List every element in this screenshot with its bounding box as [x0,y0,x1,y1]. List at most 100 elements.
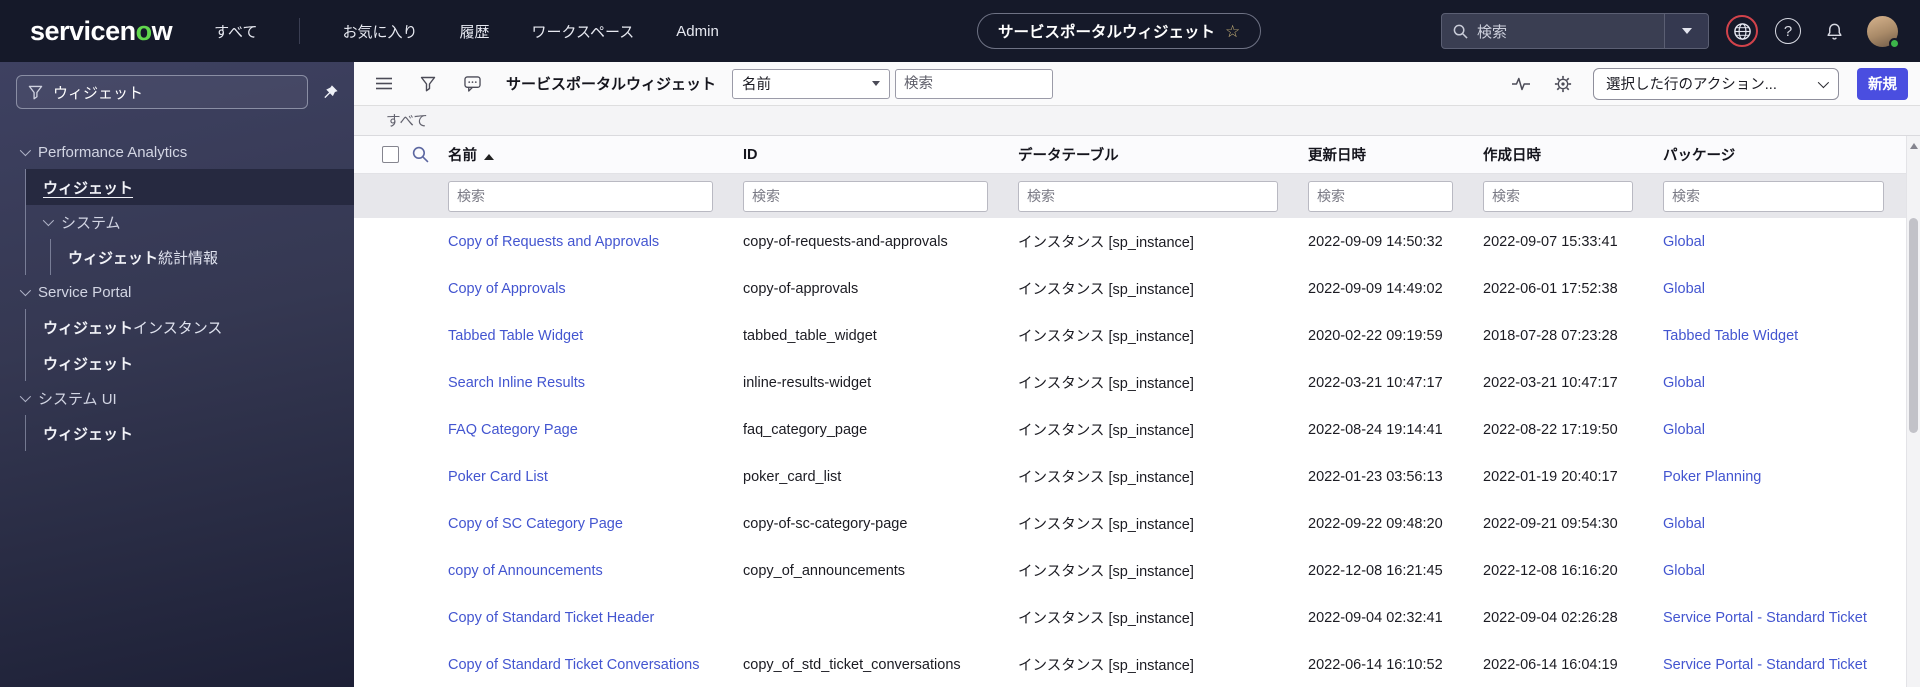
row-name-link[interactable]: Tabbed Table Widget [448,328,583,344]
list-title: サービスポータルウィジェット [506,76,717,93]
row-id: faq_category_page [743,421,868,438]
column-header-name[interactable]: 名前 [440,144,735,165]
pin-sidebar-button[interactable] [318,80,342,104]
table-body: Copy of Requests and Approvals copy-of-r… [354,218,1906,687]
filter-input-name[interactable] [448,180,713,212]
filter-input-table[interactable] [1018,180,1278,212]
context-pill-label: サービスポータルウィジェット [998,24,1216,41]
row-name-link[interactable]: Copy of Approvals [448,281,566,297]
scroll-up-arrow-icon[interactable] [1910,143,1918,149]
tree-item-widgets-sp[interactable]: ウィジェット [26,345,354,381]
personalize-list-button[interactable] [1509,72,1533,96]
filter-funnel-icon [28,85,43,99]
search-scope-dropdown[interactable] [1664,14,1708,48]
row-package-link[interactable]: Global [1663,422,1705,438]
global-search[interactable]: 検索 [1441,13,1709,49]
row-package-link[interactable]: Global [1663,563,1705,579]
tree-section-performance-analytics[interactable]: Performance Analytics [0,135,354,169]
row-name-link[interactable]: Poker Card List [448,469,548,485]
notifications-button[interactable] [1818,15,1850,47]
tree-section-system-ui[interactable]: システム UI [0,381,354,415]
nav-admin[interactable]: Admin [676,23,719,40]
nav-all-menu[interactable]: すべて [214,21,257,42]
row-created: 2022-12-08 16:16:20 [1483,562,1618,579]
filter-input-id[interactable] [743,180,988,212]
new-record-button[interactable]: 新規 [1857,67,1908,100]
scrollbar-thumb[interactable] [1909,218,1918,433]
table-row: Poker Card List poker_card_list インスタンス [… [354,453,1906,500]
row-name-link[interactable]: Copy of SC Category Page [448,516,623,532]
update-set-globe-indicator[interactable] [1726,15,1758,47]
column-header-created[interactable]: 作成日時 [1475,144,1655,165]
row-package-link[interactable]: Global [1663,281,1705,297]
navigator-filter-input[interactable]: ウィジェット [16,75,308,109]
list-context-menu-button[interactable] [372,72,396,96]
filter-input-package[interactable] [1663,180,1884,212]
row-name-link[interactable]: Copy of Standard Ticket Conversations [448,657,699,673]
filter-input-updated[interactable] [1308,180,1453,212]
list-filter-button[interactable] [416,72,440,96]
global-search-input[interactable]: 検索 [1442,14,1664,48]
row-package-link[interactable]: Poker Planning [1663,469,1761,485]
row-id: poker_card_list [743,468,842,485]
tree-item-widgets-pa[interactable]: ウィジェット [26,169,354,205]
row-package-link[interactable]: Service Portal - Standard Ticket [1663,610,1867,626]
tree-item-widget-statistics[interactable]: ウィジェット統計情報 [51,239,354,275]
row-package-link[interactable]: Tabbed Table Widget [1663,328,1798,344]
bell-icon [1826,23,1842,40]
favorite-star-icon[interactable]: ☆ [1225,23,1240,40]
row-table: インスタンス [sp_instance] [1018,564,1194,580]
row-table: インスタンス [sp_instance] [1018,376,1194,392]
row-package-link[interactable]: Global [1663,234,1705,250]
header-nav: すべて お気に入り 履歴 ワークスペース Admin [172,18,719,44]
row-name-link[interactable]: Copy of Requests and Approvals [448,234,659,250]
nav-history[interactable]: 履歴 [459,21,489,42]
row-table: インスタンス [sp_instance] [1018,611,1194,627]
filter-input-created[interactable] [1483,180,1633,212]
tree-section-system[interactable]: システム [26,205,354,239]
row-updated: 2022-03-21 10:47:17 [1308,374,1443,391]
nav-workspaces[interactable]: ワークスペース [532,21,635,42]
column-header-updated[interactable]: 更新日時 [1300,144,1475,165]
row-updated: 2022-12-08 16:21:45 [1308,562,1443,579]
column-header-table[interactable]: データテーブル [1010,144,1300,165]
breadcrumb-all[interactable]: すべて [386,110,428,131]
list-search-input[interactable] [895,68,1054,99]
select-all-checkbox[interactable] [382,146,399,163]
row-name-link[interactable]: copy of Announcements [448,563,603,579]
row-package-link[interactable]: Global [1663,375,1705,391]
row-actions-dropdown[interactable]: 選択した行のアクション... [1593,67,1839,100]
avatar[interactable] [1867,15,1900,49]
servicenow-logo[interactable]: servicenow [30,16,173,47]
tree-item-widgets-ui[interactable]: ウィジェット [26,415,354,451]
row-id: copy-of-requests-and-approvals [743,233,948,250]
list-toolbar: サービスポータルウィジェット 名前 選択した行のアクション... 新規 [354,62,1920,106]
search-field-selector[interactable]: 名前 [732,68,891,99]
row-table: インスタンス [sp_instance] [1018,470,1194,486]
tree-section-service-portal[interactable]: Service Portal [0,275,354,309]
help-icon[interactable]: ? [1775,18,1801,44]
row-table: インスタンス [sp_instance] [1018,423,1194,439]
global-search-placeholder: 検索 [1477,23,1508,41]
chevron-down-icon [42,214,55,227]
column-header-package[interactable]: パッケージ [1655,144,1906,165]
context-pill[interactable]: サービスポータルウィジェット ☆ [977,13,1262,49]
column-search-toggle-icon[interactable] [412,146,429,163]
vertical-scrollbar[interactable] [1906,136,1920,687]
list-chat-button[interactable] [460,72,484,96]
chevron-down-icon [1681,28,1692,34]
row-name-link[interactable]: FAQ Category Page [448,422,578,438]
row-id: copy-of-approvals [743,280,859,297]
list-settings-button[interactable] [1551,72,1575,96]
row-name-link[interactable]: Copy of Standard Ticket Header [448,610,654,626]
row-id: copy-of-sc-category-page [743,515,908,532]
list-breadcrumb: すべて [354,106,1920,136]
tree-item-widget-instances[interactable]: ウィジェットインスタンス [26,309,354,345]
globe-icon [1733,22,1751,40]
column-header-id[interactable]: ID [735,147,1010,163]
row-name-link[interactable]: Search Inline Results [448,375,585,391]
nav-favorites[interactable]: お気に入り [342,21,417,42]
row-package-link[interactable]: Global [1663,516,1705,532]
row-created: 2022-01-19 20:40:17 [1483,468,1618,485]
row-package-link[interactable]: Service Portal - Standard Ticket [1663,657,1867,673]
